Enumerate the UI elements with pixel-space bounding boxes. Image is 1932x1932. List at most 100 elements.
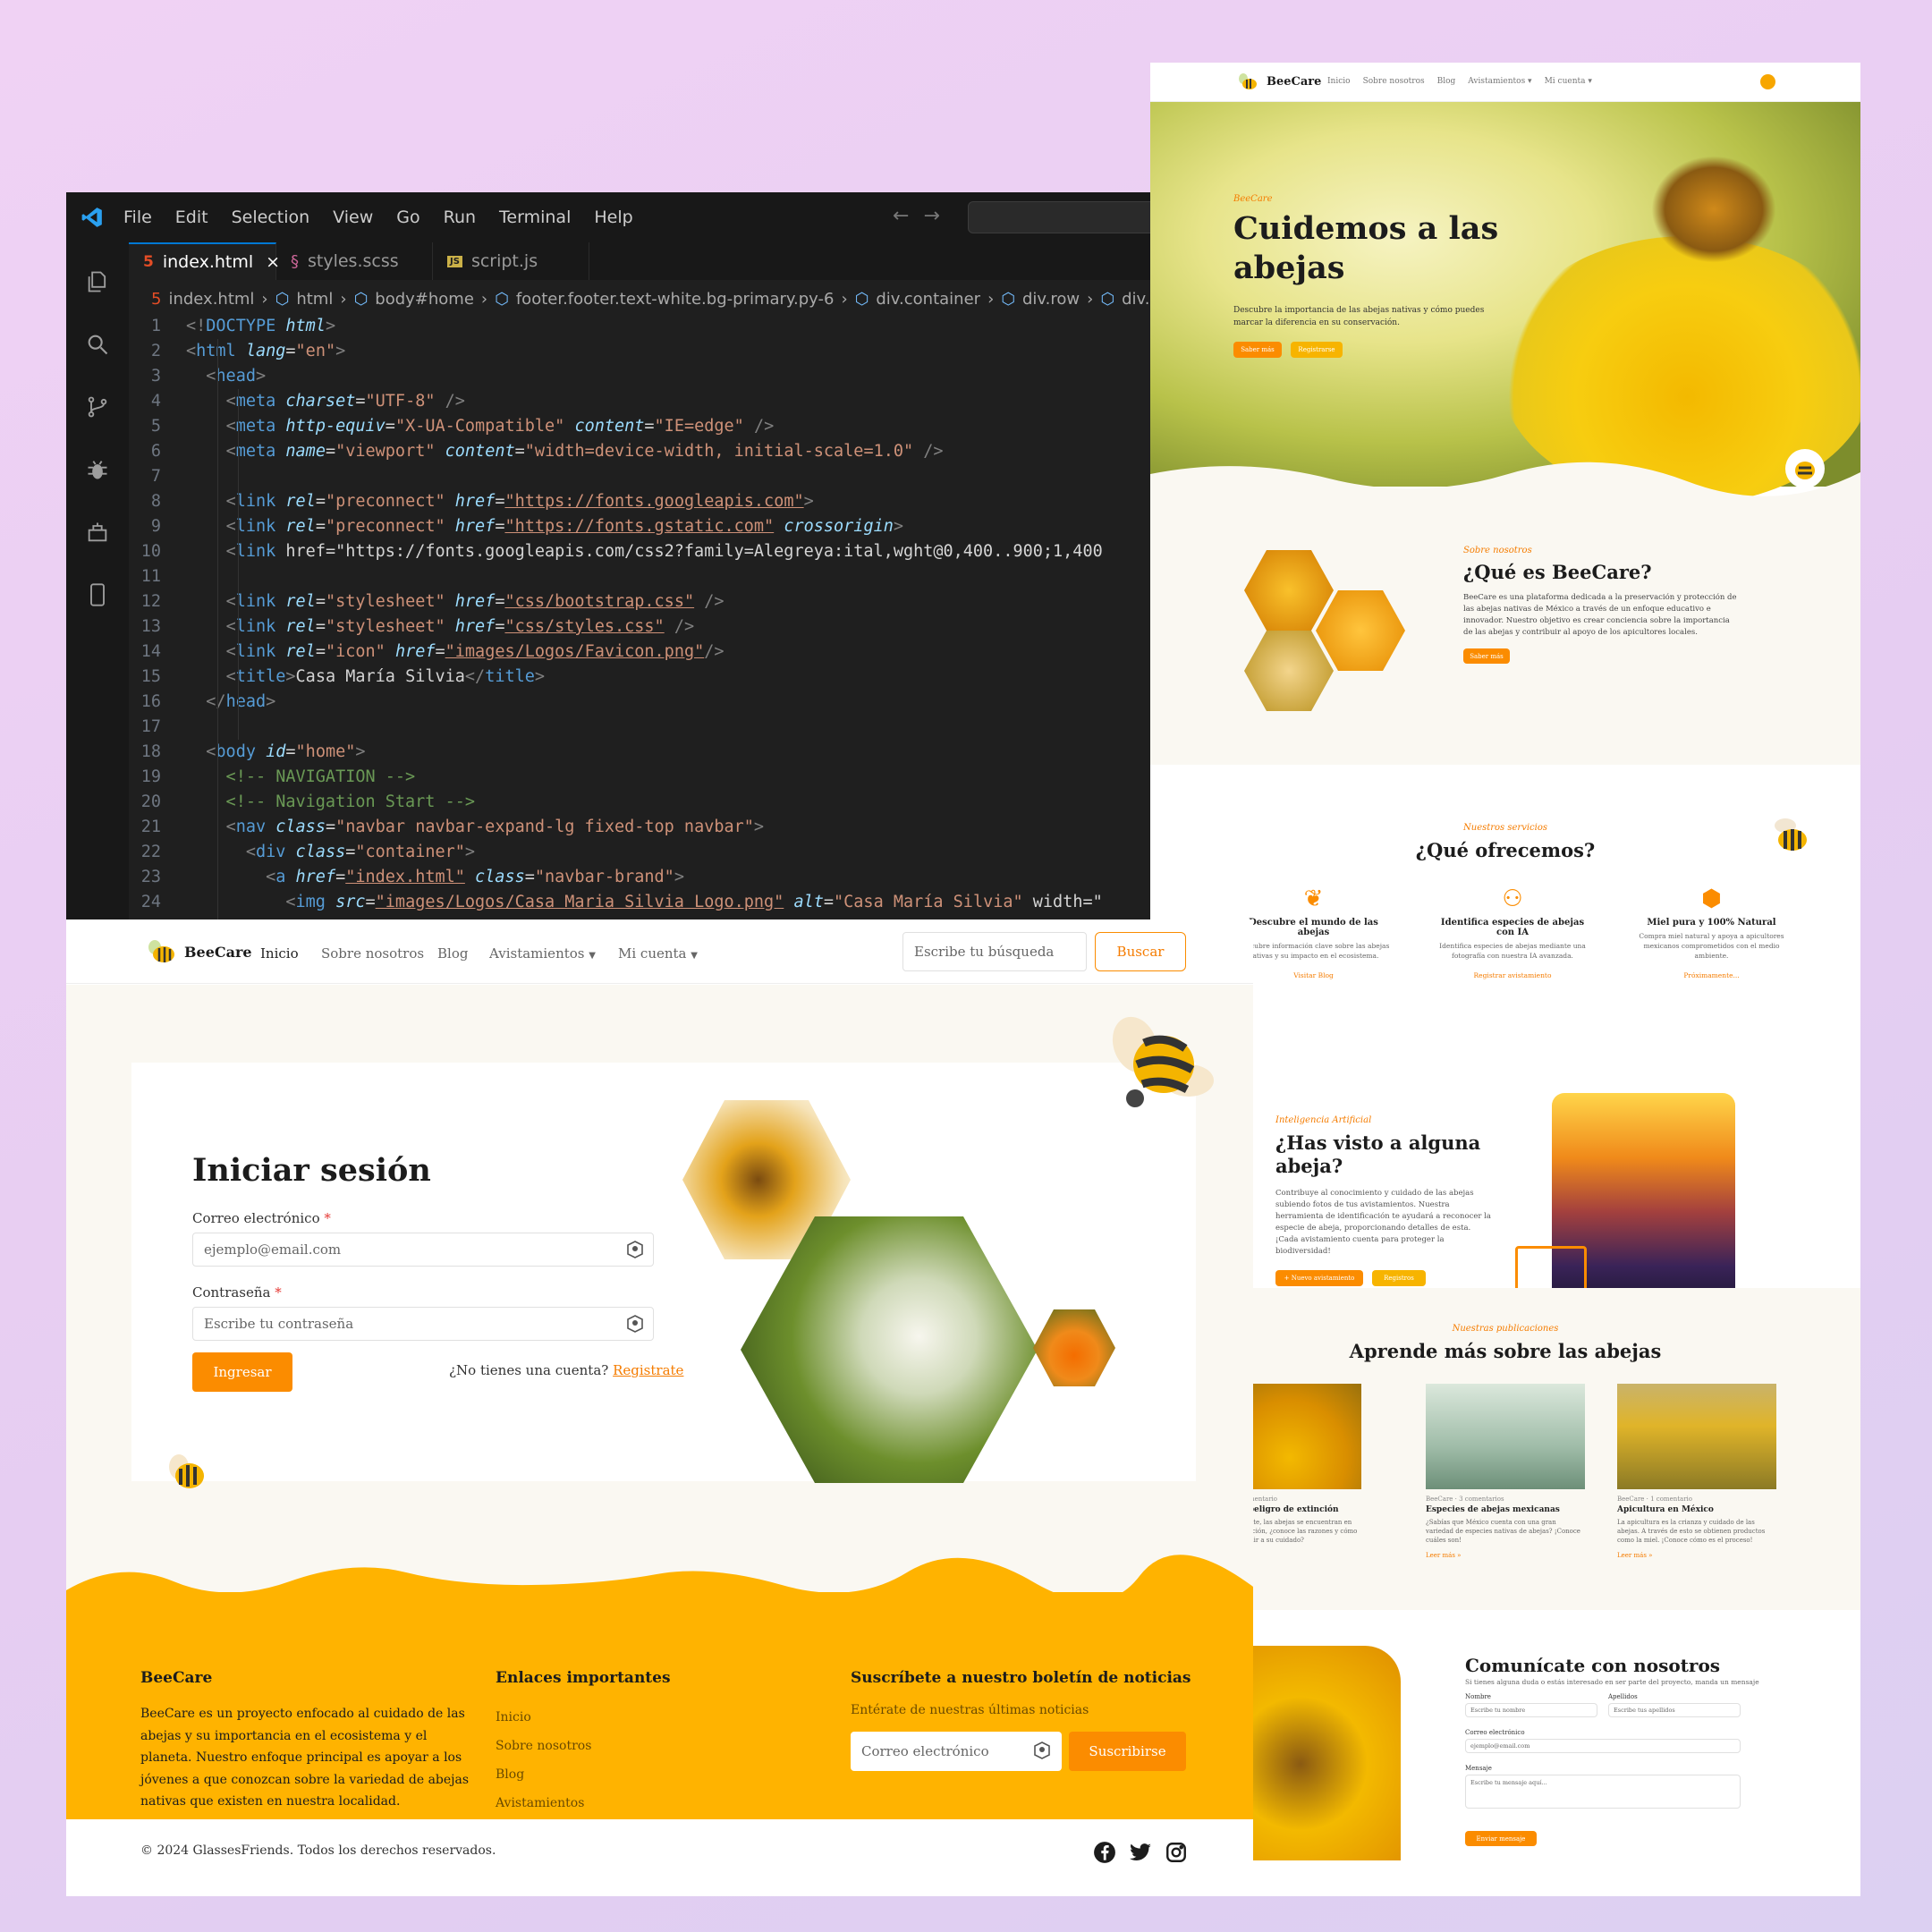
search-input[interactable]: Escribe tu búsqueda	[902, 932, 1087, 971]
post-title[interactable]: Apicultura en México	[1617, 1505, 1776, 1514]
search-icon[interactable]	[85, 332, 110, 360]
code-line[interactable]: 14 <link rel="icon" href="images/Logos/F…	[129, 640, 1150, 665]
tab-script-js[interactable]: JS script.js	[433, 242, 589, 280]
password-manager-icon[interactable]	[626, 1315, 644, 1336]
code-line[interactable]: 16 </head>	[129, 690, 1150, 715]
extensions-icon[interactable]	[85, 520, 110, 548]
nav-link-blog[interactable]: Blog	[437, 945, 468, 962]
records-button[interactable]: Registros	[1372, 1270, 1426, 1286]
code-editor[interactable]: 1 <!DOCTYPE html> 2 <html lang="en"> 3 <head…	[129, 314, 1150, 919]
footer-link-inicio[interactable]: Inicio	[496, 1703, 591, 1732]
source-control-icon[interactable]	[85, 394, 110, 423]
code-line[interactable]: 8 <link rel="preconnect" href="https://f…	[129, 489, 1150, 514]
home-nav-link[interactable]: Avistamientos ▾	[1468, 77, 1531, 86]
menu-item-selection[interactable]: Selection	[232, 208, 310, 227]
code-line[interactable]: 12 <link rel="stylesheet" href="css/boot…	[129, 589, 1150, 614]
code-line[interactable]: 11	[129, 564, 1150, 589]
password-field[interactable]: Escribe tu contraseña	[192, 1307, 654, 1341]
breadcrumb-item[interactable]: div.row	[1022, 290, 1080, 309]
message-field[interactable]: Escribe tu mensaje aquí...	[1465, 1775, 1741, 1809]
menu-item-file[interactable]: File	[123, 208, 152, 227]
hero-saber-mas-button[interactable]: Saber más	[1233, 342, 1282, 358]
brand-name[interactable]: BeeCare	[1267, 75, 1321, 89]
nav-link-inicio[interactable]: Inicio	[260, 945, 299, 962]
name-field[interactable]: Escribe tu nombre	[1465, 1703, 1597, 1717]
contact-email-field[interactable]: ejemplo@email.com	[1465, 1739, 1741, 1753]
send-message-button[interactable]: Enviar mensaje	[1465, 1831, 1537, 1846]
menu-item-view[interactable]: View	[333, 208, 373, 227]
service-link[interactable]: Visitar Blog	[1235, 971, 1392, 979]
home-nav-link[interactable]: Sobre nosotros	[1363, 77, 1425, 86]
footer-link-blog[interactable]: Blog	[496, 1760, 591, 1789]
brand-name[interactable]: BeeCare	[184, 944, 252, 961]
facebook-icon[interactable]	[1093, 1841, 1116, 1868]
nav-dropdown-mi-cuenta[interactable]: Mi cuenta ▼	[618, 945, 698, 962]
menu-item-run[interactable]: Run	[444, 208, 476, 227]
tab-index-html[interactable]: 5 index.html ×	[129, 242, 280, 280]
breadcrumb-item[interactable]: html	[296, 290, 333, 309]
bee-logo-icon[interactable]	[145, 939, 177, 968]
register-link[interactable]: Registrate	[613, 1362, 683, 1378]
explorer-icon[interactable]	[85, 269, 110, 298]
footer-link-avistamientos[interactable]: Avistamientos	[496, 1789, 591, 1818]
home-nav-link[interactable]: Blog	[1437, 77, 1456, 86]
search-toggle-icon[interactable]	[1760, 74, 1775, 89]
menu-item-terminal[interactable]: Terminal	[499, 208, 571, 227]
menu-item-help[interactable]: Help	[594, 208, 632, 227]
home-nav-link[interactable]: Inicio	[1327, 77, 1351, 86]
code-line[interactable]: 10 <link href="https://fonts.googleapis.…	[129, 539, 1150, 564]
code-line[interactable]: 13 <link rel="stylesheet" href="css/styl…	[129, 614, 1150, 640]
breadcrumb-item[interactable]: index.html	[168, 290, 254, 309]
code-line[interactable]: 5 <meta http-equiv="X-UA-Compatible" con…	[129, 414, 1150, 439]
tab-styles-scss[interactable]: § styles.scss	[276, 242, 433, 280]
home-nav-link[interactable]: Mi cuenta ▾	[1545, 77, 1592, 86]
login-button[interactable]: Ingresar	[192, 1352, 292, 1392]
hero-register-button[interactable]: Registrarse	[1291, 342, 1343, 358]
breadcrumb-item[interactable]: div.c	[1122, 290, 1150, 309]
service-link[interactable]: Próximamente...	[1633, 971, 1790, 979]
code-line[interactable]: 9 <link rel="preconnect" href="https://f…	[129, 514, 1150, 539]
password-manager-icon[interactable]	[626, 1241, 644, 1262]
code-line[interactable]: 21 <nav class="navbar navbar-expand-lg f…	[129, 815, 1150, 840]
command-center-search[interactable]	[968, 201, 1150, 233]
subscribe-button[interactable]: Suscribirse	[1069, 1732, 1186, 1771]
instagram-icon[interactable]	[1165, 1841, 1188, 1868]
new-sighting-button[interactable]: + Nuevo avistamiento	[1275, 1270, 1363, 1286]
twitter-icon[interactable]	[1129, 1841, 1152, 1868]
device-preview-icon[interactable]	[85, 582, 110, 611]
nav-dropdown-avistamientos[interactable]: Avistamientos ▼	[489, 945, 596, 962]
code-line[interactable]: 24 <img src="images/Logos/Casa Maria Sil…	[129, 890, 1150, 915]
code-line[interactable]: 18 <body id="home">	[129, 740, 1150, 765]
code-line[interactable]: 6 <meta name="viewport" content="width=d…	[129, 439, 1150, 464]
code-line[interactable]: 17	[129, 715, 1150, 740]
code-line[interactable]: 23 <a href="index.html" class="navbar-br…	[129, 865, 1150, 890]
code-line[interactable]: 15 <title>Casa María Silvia</title>	[129, 665, 1150, 690]
post-title[interactable]: Especies de abejas mexicanas	[1426, 1505, 1585, 1514]
read-more-link[interactable]: Leer más »	[1426, 1552, 1585, 1559]
menu-item-edit[interactable]: Edit	[175, 208, 208, 227]
search-button[interactable]: Buscar	[1095, 932, 1186, 971]
footer-link-sobre-nosotros[interactable]: Sobre nosotros	[496, 1732, 591, 1760]
code-line[interactable]: 22 <div class="container">	[129, 840, 1150, 865]
breadcrumb-item[interactable]: body#home	[375, 290, 474, 309]
code-line[interactable]: 3 <head>	[129, 364, 1150, 389]
read-more-link[interactable]: Leer más »	[1617, 1552, 1776, 1559]
code-line[interactable]: 2 <html lang="en">	[129, 339, 1150, 364]
nav-link-sobre-nosotros[interactable]: Sobre nosotros	[321, 945, 424, 962]
debug-icon[interactable]	[85, 457, 110, 486]
bee-logo-icon[interactable]	[1236, 72, 1259, 96]
code-line[interactable]: 20 <!-- Navigation Start -->	[129, 790, 1150, 815]
breadcrumb-item[interactable]: div.container	[876, 290, 980, 309]
back-arrow-icon[interactable]: ←	[893, 205, 909, 227]
email-field[interactable]: ejemplo@email.com	[192, 1233, 654, 1267]
newsletter-email-field[interactable]: Correo electrónico	[851, 1732, 1062, 1771]
service-link[interactable]: Registrar avistamiento	[1435, 971, 1591, 979]
password-manager-icon[interactable]	[1033, 1741, 1051, 1763]
last-name-field[interactable]: Escribe tus apellidos	[1608, 1703, 1741, 1717]
code-line[interactable]: 7	[129, 464, 1150, 489]
about-saber-mas-button[interactable]: Saber más	[1463, 648, 1510, 664]
code-line[interactable]: 4 <meta charset="UTF-8" />	[129, 389, 1150, 414]
code-line[interactable]: 19 <!-- NAVIGATION -->	[129, 765, 1150, 790]
forward-arrow-icon[interactable]: →	[923, 205, 939, 227]
menu-item-go[interactable]: Go	[396, 208, 419, 227]
